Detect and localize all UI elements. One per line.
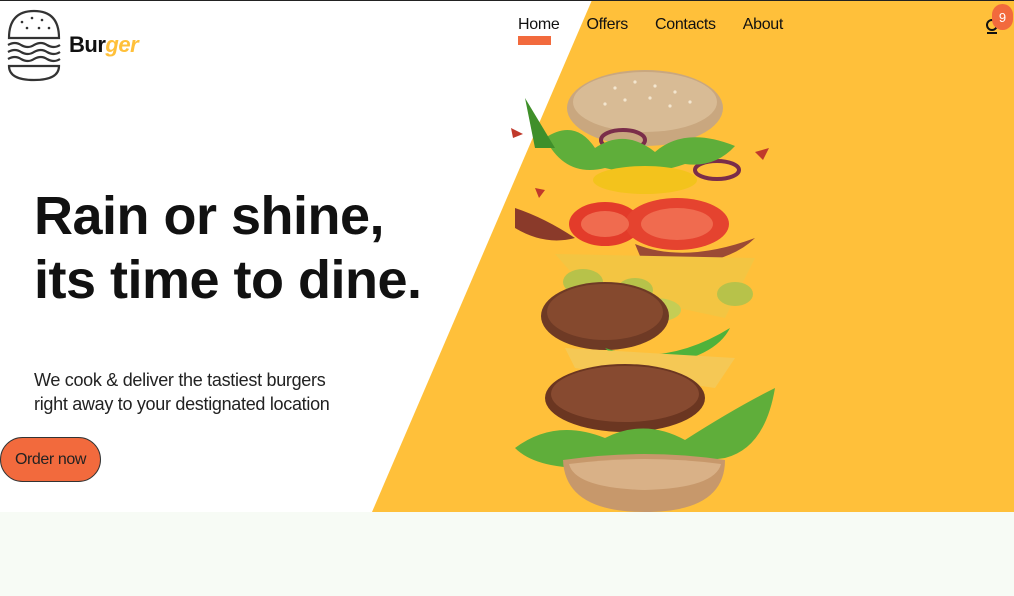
top-border: [0, 0, 1014, 1]
hero-section: Burger Home Offers Contacts About 9 Rain…: [0, 0, 1014, 512]
subtext-line2: right away to your destignated location: [34, 394, 330, 414]
brand-name: Burger: [69, 32, 139, 58]
nav-about[interactable]: About: [742, 16, 784, 46]
nav-contacts-label: Contacts: [654, 16, 716, 33]
nav-offers[interactable]: Offers: [586, 16, 628, 46]
hero-headline: Rain or shine, its time to dine.: [34, 184, 454, 312]
nav-offers-label: Offers: [586, 16, 628, 33]
nav-home[interactable]: Home: [518, 16, 560, 46]
brand-logo[interactable]: Burger: [6, 8, 139, 82]
active-nav-indicator: [518, 36, 551, 45]
main-nav: Home Offers Contacts About: [518, 16, 783, 46]
stacked-burger-image: [511, 70, 775, 512]
order-now-button[interactable]: Order now: [0, 437, 101, 482]
burger-logo-icon: [7, 9, 61, 82]
footer-strip: [0, 512, 1014, 596]
nav-home-label: Home: [518, 16, 560, 33]
brand-name-part1: Bur: [69, 32, 106, 57]
nav-about-label: About: [742, 16, 784, 33]
hero-subtext: We cook & deliver the tastiest burgers r…: [34, 368, 354, 416]
cart-count-badge[interactable]: 9: [992, 4, 1013, 30]
brand-name-part2: ger: [105, 32, 139, 57]
headline-line1: Rain or shine,: [34, 186, 385, 246]
page: Burger Home Offers Contacts About 9 Rain…: [0, 0, 1014, 596]
headline-line2: its time to dine.: [34, 250, 422, 310]
nav-contacts[interactable]: Contacts: [655, 16, 716, 46]
subtext-line1: We cook & deliver the tastiest burgers: [34, 370, 326, 390]
